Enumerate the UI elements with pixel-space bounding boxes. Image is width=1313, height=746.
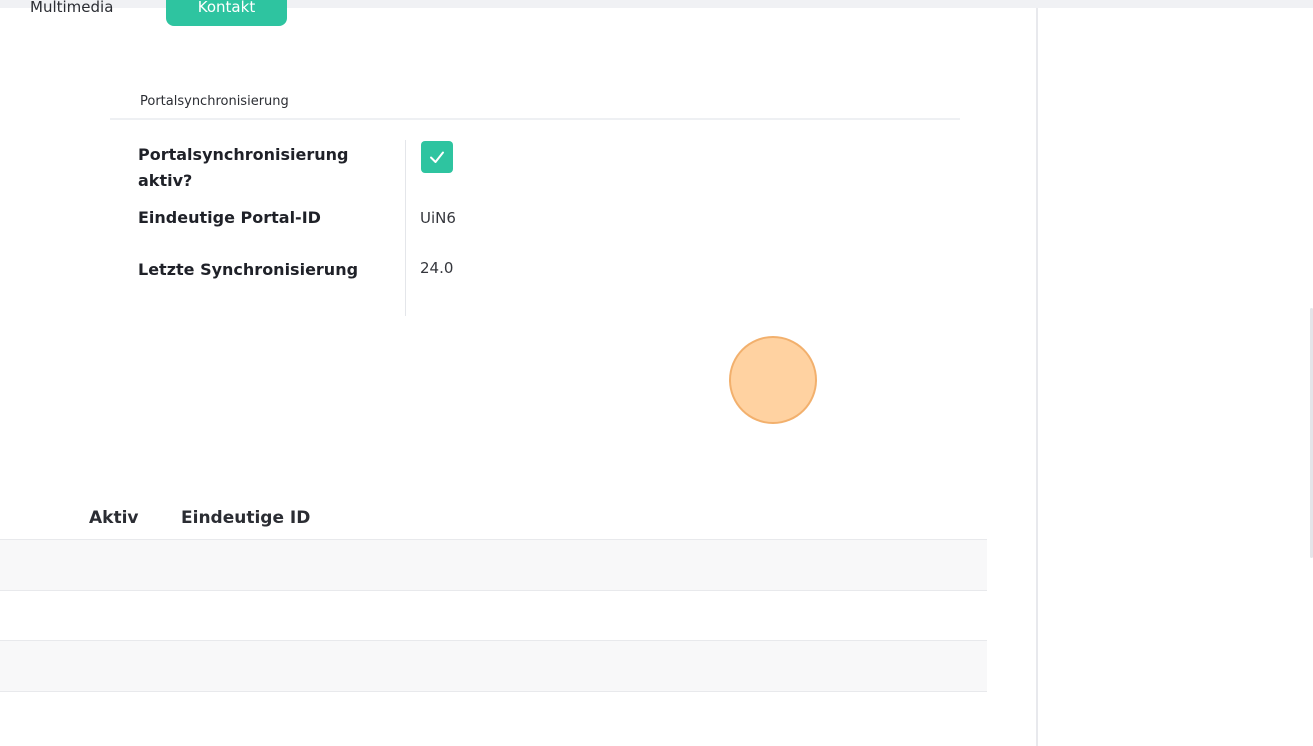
screen: Multimedia Kontakt Portalsynchronisierun… <box>0 0 1313 746</box>
side-panel <box>1038 8 1313 746</box>
column-header-aktiv[interactable]: Aktiv <box>89 508 139 528</box>
table-row[interactable] <box>0 640 987 691</box>
table-row[interactable] <box>0 539 987 590</box>
table-row[interactable] <box>0 590 987 641</box>
section-title: Portalsynchronisierung <box>140 94 289 109</box>
cursor-highlight <box>729 336 817 424</box>
sync-active-checkbox[interactable] <box>421 141 453 173</box>
main-panel: Multimedia Kontakt Portalsynchronisierun… <box>0 0 1036 746</box>
field-divider <box>405 140 406 316</box>
portal-id-value: UiN6 <box>420 209 456 227</box>
field-label-sync-active: Portalsynchronisierung aktiv? <box>138 145 349 190</box>
section-divider <box>110 118 960 120</box>
tab-multimedia[interactable]: Multimedia <box>30 0 113 26</box>
field-label-last-sync: Letzte Synchronisierung <box>138 260 359 279</box>
tab-active[interactable]: Kontakt <box>166 0 287 26</box>
check-icon <box>430 151 444 163</box>
last-sync-value: 24.0 <box>420 259 454 277</box>
column-header-unique-id[interactable]: Eindeutige ID <box>181 508 310 528</box>
table-row[interactable] <box>0 691 987 742</box>
field-label-portal-id: Eindeutige Portal-ID <box>138 208 321 227</box>
